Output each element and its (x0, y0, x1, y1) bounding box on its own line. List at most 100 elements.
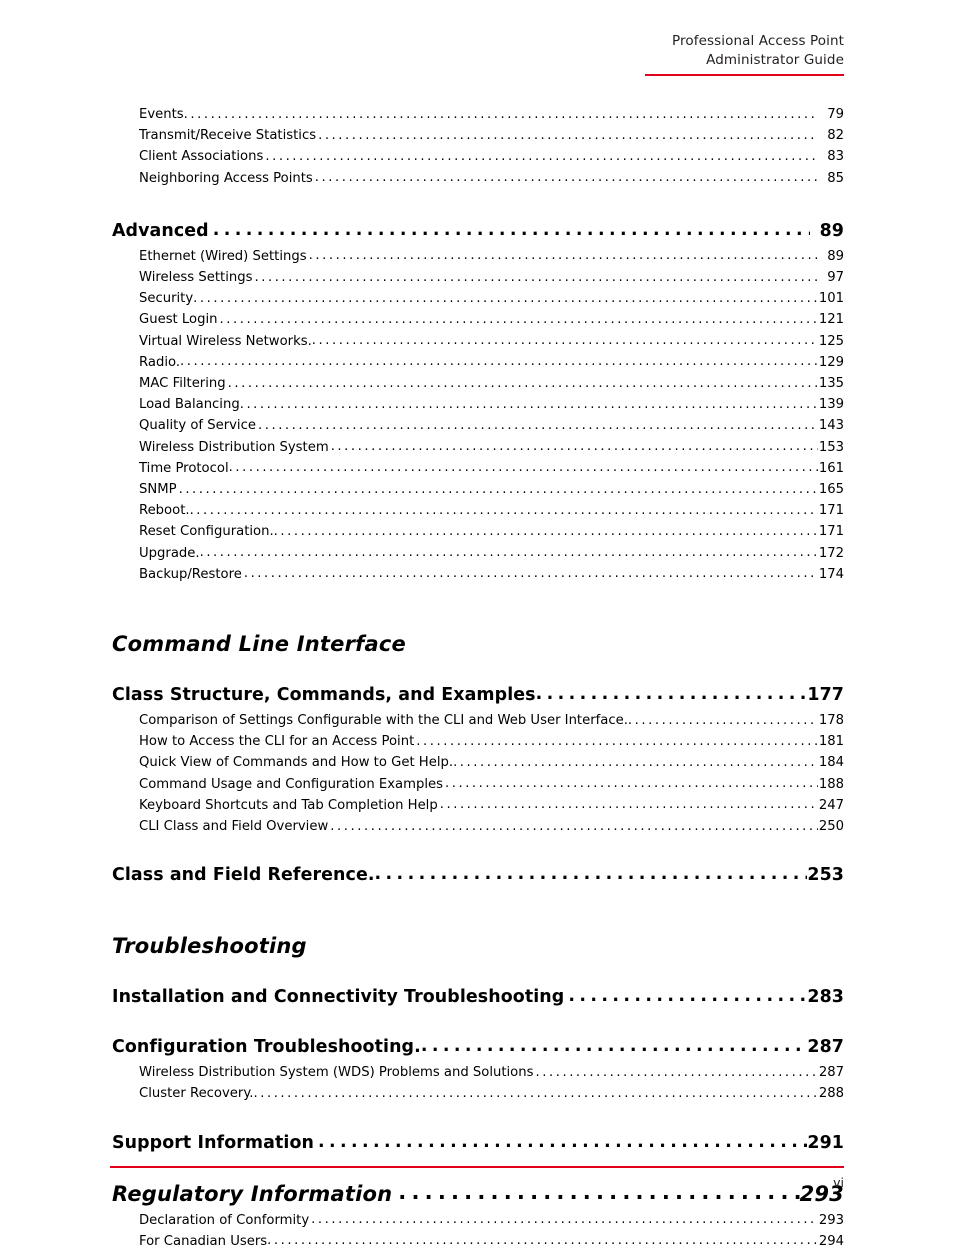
toc-entry[interactable]: Neighboring Access Points...............… (112, 168, 844, 189)
toc-entry[interactable]: Wireless Distribution System (WDS) Probl… (112, 1062, 844, 1083)
toc-entry-label: How to Access the CLI for an Access Poin… (139, 734, 415, 750)
toc-entry-page-number: 89 (827, 248, 844, 264)
toc-chapter[interactable]: Installation and Connectivity Troublesho… (112, 985, 844, 1009)
toc-entry-label: Wireless Settings (139, 270, 253, 286)
toc-entry-page-number: 172 (818, 545, 844, 561)
toc-entry-label: Transmit/Receive Statistics (139, 128, 317, 144)
leader-dots: ........................................… (239, 396, 818, 412)
toc-entry[interactable]: How to Access the CLI for an Access Poin… (112, 731, 844, 752)
toc-entry[interactable]: Time Protocol...........................… (112, 458, 844, 479)
toc-entry[interactable]: Keyboard Shortcuts and Tab Completion He… (112, 795, 844, 816)
leader-dots: ........................................… (311, 1212, 818, 1228)
toc-entry[interactable]: Wireless Settings.......................… (112, 267, 844, 288)
toc-entry-page-number: 83 (827, 149, 844, 165)
toc-entry-page-number: 293 (818, 1212, 844, 1228)
running-header: Professional Access Point Administrator … (530, 32, 844, 70)
toc-entry[interactable]: Wireless Distribution System............… (112, 437, 844, 458)
header-divider-rule (645, 74, 844, 76)
toc-entry-label: Declaration of Conformity (139, 1212, 310, 1228)
toc-entry-page-number: 174 (818, 566, 844, 582)
leader-dots: ........................................… (180, 354, 818, 370)
toc-part-title: Command Line Interface (112, 632, 406, 657)
toc-entry[interactable]: Reset Configuration.....................… (112, 521, 844, 542)
toc-entry-page-number: 294 (818, 1233, 844, 1249)
toc-entry[interactable]: Transmit/Receive Statistics.............… (112, 125, 844, 146)
toc-entry[interactable]: Command Usage and Configuration Examples… (112, 774, 844, 795)
toc-entry[interactable]: For Canadian Users......................… (112, 1231, 844, 1252)
toc-chapter-page-number: 283 (807, 987, 844, 1008)
toc-part-title: Troubleshooting (112, 934, 307, 959)
toc-entry-label: Upgrade. (139, 545, 200, 561)
toc-entry[interactable]: Comparison of Settings Configurable with… (112, 710, 844, 731)
toc-chapter-page-number: 287 (807, 1037, 844, 1058)
toc-entry-label: Radio. (139, 354, 181, 370)
toc-chapter[interactable]: Configuration Troubleshooting...........… (112, 1035, 844, 1059)
leader-dots: ........................................… (420, 1036, 808, 1057)
toc-entry-label: Quick View of Commands and How to Get He… (139, 755, 454, 771)
toc-entry[interactable]: MAC Filtering...........................… (112, 373, 844, 394)
toc-entry-label: Wireless Distribution System (WDS) Probl… (139, 1065, 534, 1081)
toc-entry[interactable]: Quality of Service......................… (112, 415, 844, 436)
toc-entry[interactable]: Upgrade.................................… (112, 543, 844, 564)
toc-entry-page-number: 250 (818, 819, 844, 835)
toc-entry[interactable]: Radio...................................… (112, 352, 844, 373)
toc-chapter[interactable]: Support Information.....................… (112, 1131, 844, 1155)
toc-entry-page-number: 161 (818, 460, 844, 476)
leader-dots: ........................................… (318, 127, 818, 143)
toc-entry[interactable]: Events..................................… (112, 104, 844, 125)
toc-entry-page-number: 184 (818, 755, 844, 771)
toc-entry[interactable]: Cluster Recovery........................… (112, 1083, 844, 1104)
toc-entry-label: MAC Filtering (139, 376, 226, 392)
toc-entry[interactable]: Virtual Wireless Networks...............… (112, 331, 844, 352)
leader-dots: ........................................… (308, 248, 818, 264)
toc-entry[interactable]: Backup/Restore..........................… (112, 564, 844, 585)
toc-entry[interactable]: Reboot..................................… (112, 500, 844, 521)
toc-entry-label: Neighboring Access Points (139, 170, 313, 186)
toc-entry-label: Time Protocol (139, 460, 229, 476)
toc-chapter-page-number: 291 (807, 1132, 844, 1153)
toc-entry[interactable]: Guest Login.............................… (112, 309, 844, 330)
leader-dots: ........................................… (254, 269, 818, 285)
toc-entry[interactable]: Declaration of Conformity...............… (112, 1210, 844, 1231)
toc-entry-label: Virtual Wireless Networks. (139, 333, 312, 349)
toc-entry-page-number: 139 (818, 397, 844, 413)
toc-entry-page-number: 171 (818, 503, 844, 519)
vertical-spacer (0, 1009, 954, 1035)
header-title-line-2: Administrator Guide (706, 52, 844, 68)
toc-entry[interactable]: Load Balancing..........................… (112, 394, 844, 415)
leader-dots: ........................................… (219, 311, 818, 327)
toc-entry-label: SNMP (139, 482, 177, 498)
toc-entry-label: Load Balancing (139, 397, 240, 413)
leader-dots: ........................................… (178, 481, 818, 497)
toc-entry[interactable]: Client Associations.....................… (112, 146, 844, 167)
toc-entry[interactable]: Security................................… (112, 288, 844, 309)
leader-dots: ........................................… (535, 684, 808, 705)
toc-entry-page-number: 125 (818, 333, 844, 349)
toc-entry[interactable]: Quick View of Commands and How to Get He… (112, 752, 844, 773)
leader-dots: ........................................… (453, 754, 818, 770)
toc-entry-page-number: 287 (818, 1065, 844, 1081)
leader-dots: ........................................… (311, 333, 818, 349)
toc-entry-page-number: 181 (818, 734, 844, 750)
leader-dots: ........................................… (444, 776, 818, 792)
toc-chapter-label: Configuration Troubleshooting. (112, 1037, 421, 1058)
toc-chapter[interactable]: Advanced................................… (112, 219, 844, 243)
leader-dots: ........................................… (416, 733, 818, 749)
toc-entry-page-number: 153 (818, 439, 844, 455)
leader-dots: ........................................… (627, 712, 818, 728)
toc-entry[interactable]: SNMP....................................… (112, 479, 844, 500)
toc-chapter[interactable]: Class and Field Reference...............… (112, 863, 844, 887)
toc-entry-page-number: 129 (818, 354, 844, 370)
leader-dots: ........................................… (267, 1233, 818, 1249)
toc-chapter[interactable]: Class Structure, Commands, and Examples.… (112, 683, 844, 707)
toc-entry[interactable]: CLI Class and Field Overview............… (112, 816, 844, 837)
toc-entry-label: CLI Class and Field Overview (139, 819, 329, 835)
toc-entry[interactable]: Ethernet (Wired) Settings...............… (112, 246, 844, 267)
toc-chapter-page-number: 253 (807, 865, 844, 886)
leader-dots: ........................................… (314, 170, 818, 186)
toc-entry-page-number: 97 (827, 270, 844, 286)
vertical-spacer (0, 657, 954, 683)
toc-chapter-label: Installation and Connectivity Troublesho… (112, 987, 565, 1008)
toc-entry-label: Keyboard Shortcuts and Tab Completion He… (139, 797, 438, 813)
toc-entry-page-number: 165 (818, 482, 844, 498)
